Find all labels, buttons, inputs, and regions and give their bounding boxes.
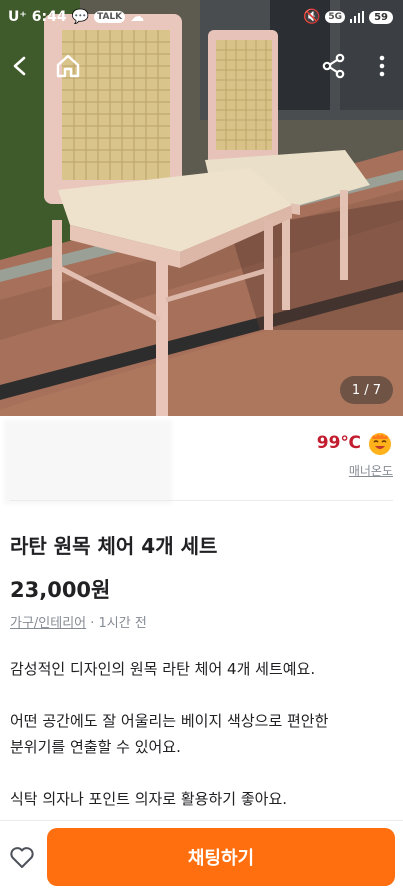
description-line: 어떤 공간에도 잘 어울리는 베이지 색상으로 편안한 bbox=[10, 712, 329, 730]
signal-icon bbox=[350, 11, 365, 23]
home-button[interactable] bbox=[52, 50, 84, 82]
like-button[interactable] bbox=[8, 843, 36, 871]
manner-temperature[interactable]: 99℃ 매너온도 bbox=[317, 430, 393, 479]
item-title: 라탄 원목 체어 4개 세트 bbox=[10, 534, 218, 558]
category-link[interactable]: 가구/인테리어 bbox=[10, 616, 86, 631]
status-bar: U⁺ 6:44 💬 TALK ☁ 🔇 5G 59 bbox=[0, 0, 403, 34]
manner-temperature-value: 99℃ bbox=[316, 433, 361, 453]
description-line: 분위기를 연출할 수 있어요. bbox=[10, 738, 181, 756]
mute-icon: 🔇 bbox=[302, 9, 321, 25]
more-options-button[interactable] bbox=[366, 50, 398, 82]
photo-counter: 1 / 7 bbox=[339, 376, 393, 404]
talk-badge: TALK bbox=[94, 11, 126, 23]
network-badge: 5G bbox=[325, 11, 346, 23]
item-price: 23,000원 bbox=[10, 578, 111, 602]
battery-indicator: 59 bbox=[369, 10, 393, 24]
back-icon bbox=[13, 56, 26, 76]
share-icon bbox=[322, 53, 345, 79]
product-photo[interactable]: U⁺ 6:44 💬 TALK ☁ 🔇 5G 59 1 / 7 bbox=[0, 0, 403, 416]
cloud-icon: ☁ bbox=[130, 9, 145, 25]
divider bbox=[10, 500, 393, 501]
top-nav-bar bbox=[0, 44, 403, 88]
description-line: 식탁 의자나 포인트 의자로 활용하기 좋아요. bbox=[10, 790, 288, 808]
heart-icon bbox=[10, 847, 34, 868]
more-icon bbox=[379, 55, 385, 77]
item-meta: 가구/인테리어 · 1시간 전 bbox=[10, 612, 147, 631]
share-button[interactable] bbox=[318, 50, 350, 82]
seller-profile-row[interactable]: 99℃ 매너온도 bbox=[0, 416, 403, 504]
description-line: 감성적인 디자인의 원목 라탄 체어 4개 세트예요. bbox=[10, 660, 316, 678]
carrier-label: U⁺ bbox=[8, 9, 27, 25]
chat-bubble-icon: 💬 bbox=[71, 9, 90, 25]
seller-info-blurred bbox=[4, 420, 172, 504]
chat-button[interactable]: 채팅하기 bbox=[47, 828, 395, 886]
clock: 6:44 bbox=[31, 9, 67, 25]
smile-face-icon bbox=[369, 433, 391, 455]
home-icon bbox=[56, 54, 80, 78]
posted-time: · 1시간 전 bbox=[86, 616, 147, 631]
item-description: 감성적인 디자인의 원목 라탄 체어 4개 세트예요. 어떤 공간에도 잘 어울… bbox=[10, 656, 395, 812]
manner-temperature-label[interactable]: 매너온도 bbox=[317, 462, 393, 479]
back-button[interactable] bbox=[4, 50, 36, 82]
bottom-action-bar: 채팅하기 bbox=[0, 820, 403, 891]
